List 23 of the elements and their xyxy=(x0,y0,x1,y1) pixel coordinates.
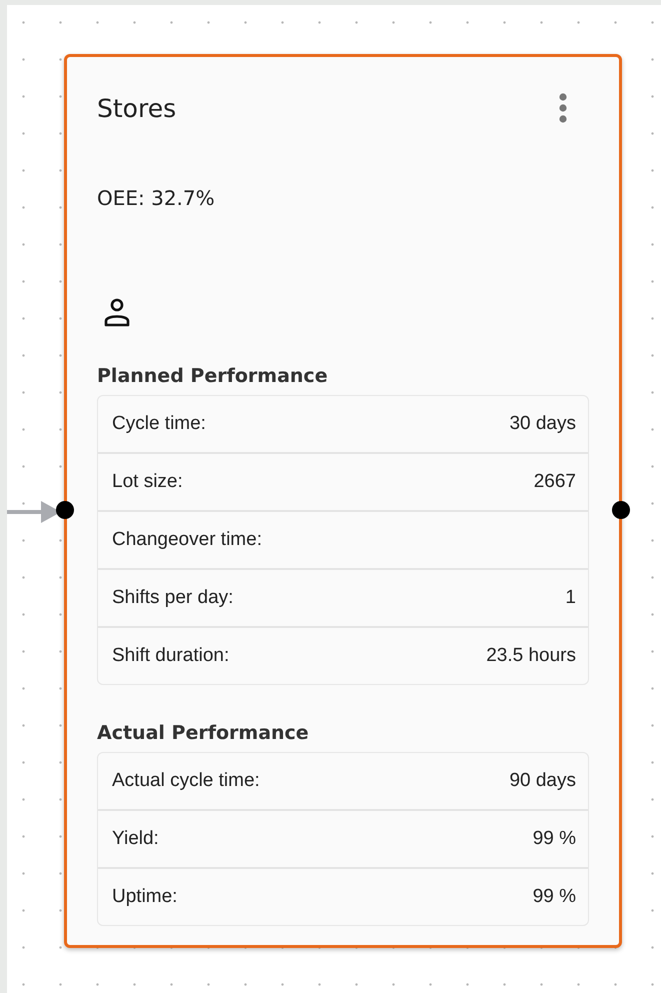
property-value: 90 days xyxy=(509,770,576,792)
property-label: Changeover time: xyxy=(112,529,262,551)
property-label: Uptime: xyxy=(112,886,178,908)
property-value: 30 days xyxy=(509,413,576,435)
property-value: 23.5 hours xyxy=(486,645,576,667)
property-value: 99 % xyxy=(532,886,576,908)
section-heading: Actual Performance xyxy=(97,721,310,746)
more-options-icon[interactable] xyxy=(558,92,568,124)
section-heading: Planned Performance xyxy=(97,364,329,389)
property-label: Shift duration: xyxy=(112,645,230,667)
node-title: Stores xyxy=(97,94,176,122)
input-port-handle[interactable] xyxy=(56,501,74,519)
process-node-card[interactable] xyxy=(64,54,622,948)
property-label: Lot size: xyxy=(112,471,183,493)
property-value: 2667 xyxy=(534,471,576,493)
property-label: Shifts per day: xyxy=(112,587,234,609)
property-label: Actual cycle time: xyxy=(112,770,260,792)
property-label: Cycle time: xyxy=(112,413,206,435)
property-label: Yield: xyxy=(112,828,159,850)
oee-value: OEE: 32.7% xyxy=(97,185,216,212)
property-value: 99 % xyxy=(532,828,576,850)
property-value: 1 xyxy=(565,587,576,609)
output-port-handle[interactable] xyxy=(612,501,630,519)
